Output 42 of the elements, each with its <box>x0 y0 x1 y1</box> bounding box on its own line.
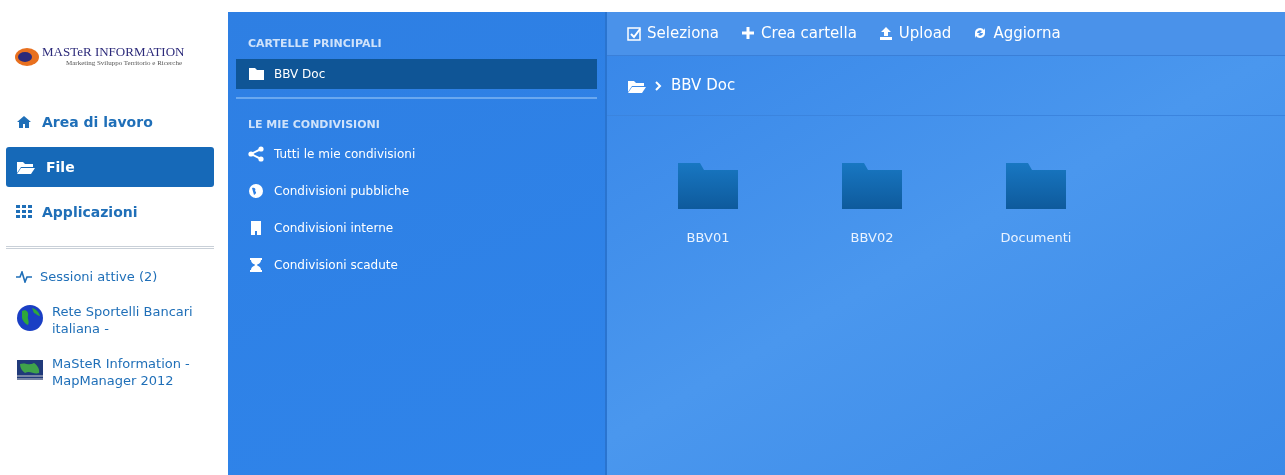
home-icon <box>16 115 32 129</box>
toolbar-button[interactable]: Aggiorna <box>973 22 1061 45</box>
folder-nav-item[interactable]: Condivisioni interne <box>236 213 597 243</box>
grid-icon <box>16 205 32 219</box>
chevron-icon <box>655 80 663 91</box>
folder-icon <box>627 78 647 93</box>
logo-icon <box>14 46 40 68</box>
folder-icon <box>677 162 739 210</box>
section-heading: LE MIE CONDIVISIONI <box>247 116 381 133</box>
upload-icon <box>878 26 893 41</box>
sessions-link[interactable]: Sessioni attive (2) <box>16 269 214 286</box>
pulse-icon <box>16 271 32 284</box>
toolbar-button[interactable]: Upload <box>878 22 952 45</box>
folder-item[interactable]: Documenti <box>975 162 1097 248</box>
plus-icon <box>741 26 756 41</box>
folder-nav-item[interactable]: Condivisioni pubbliche <box>236 176 597 206</box>
nav-item[interactable]: File <box>6 147 214 187</box>
logo-title: MASTeR INFORMATION <box>42 45 185 59</box>
hourglass-icon <box>248 257 264 273</box>
share-icon <box>248 146 264 162</box>
folder-icon <box>841 162 903 210</box>
nav-item[interactable]: Area di lavoro <box>6 102 214 142</box>
toolbar-button[interactable]: Seleziona <box>627 22 720 45</box>
building-icon <box>248 220 264 236</box>
globe-icon <box>248 183 264 199</box>
section-heading: CARTELLE PRINCIPALI <box>247 36 383 52</box>
folder-item[interactable]: BBV02 <box>811 162 933 248</box>
refresh-icon <box>973 26 988 41</box>
folder-icon <box>16 160 36 174</box>
folder-icon <box>1005 162 1067 210</box>
app-link[interactable]: Rete Sportelli Bancari italiana - <box>16 303 214 338</box>
globe-icon <box>16 303 44 332</box>
folder-item[interactable]: BBV01 <box>647 162 769 248</box>
folder-icon <box>248 65 264 82</box>
breadcrumb-link[interactable]: BBV Doc <box>671 74 736 97</box>
folder-nav-item[interactable]: Tutti le mie condivisioni <box>236 139 597 169</box>
app-link[interactable]: MaSteR Information - MapManager 2012 <box>16 355 214 390</box>
toolbar-button[interactable]: Crea cartella <box>741 22 857 45</box>
folder-nav-item[interactable]: Condivisioni scadute <box>236 250 597 280</box>
folder-nav-item[interactable]: BBV Doc <box>236 58 597 89</box>
nav-item[interactable]: Applicazioni <box>6 192 214 232</box>
checkbox-icon <box>627 26 641 41</box>
